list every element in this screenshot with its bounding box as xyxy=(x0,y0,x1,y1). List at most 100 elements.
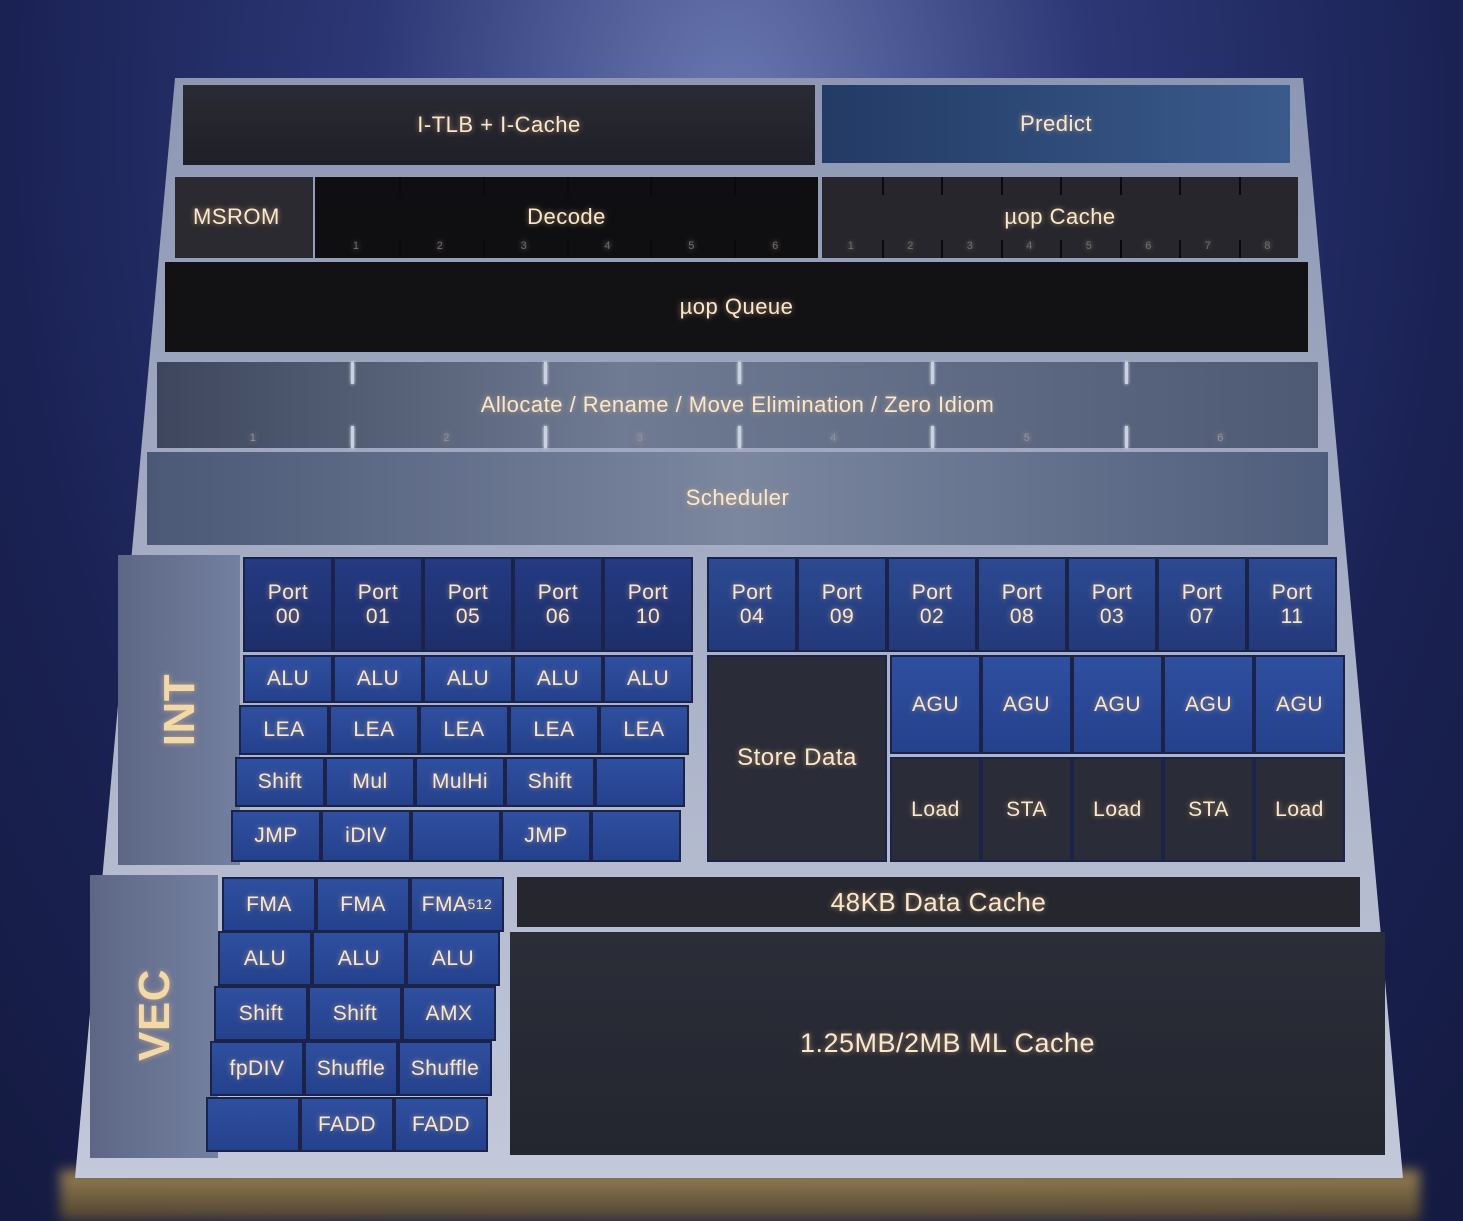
uop-cache-slot-number: 3 xyxy=(966,239,974,252)
data-cache-block: 48KB Data Cache xyxy=(517,877,1360,927)
port-number: 09 xyxy=(829,604,855,628)
decode-block: Decode 1 2 3 4 5 6 xyxy=(315,177,818,258)
decode-slot-divider xyxy=(398,177,401,195)
int-unit-alu: ALU xyxy=(243,655,333,703)
port-00: Port 00 xyxy=(243,557,333,652)
uop-cache-slot-divider xyxy=(1119,177,1122,195)
port-name: Port xyxy=(627,581,669,605)
predict-block: Predict xyxy=(822,85,1290,163)
vec-unit-empty xyxy=(206,1097,300,1152)
msrom-block: MSROM xyxy=(175,177,313,258)
allocate-slot-number: 5 xyxy=(1023,431,1031,444)
vec-unit-alu: ALU xyxy=(312,931,406,986)
int-unit-jmp: JMP xyxy=(501,810,591,862)
load-sta-unit-sta: STA xyxy=(1163,757,1254,862)
uop-cache-slot-number: 2 xyxy=(907,239,914,252)
decode-slot-divider xyxy=(650,240,653,258)
port-number: 10 xyxy=(635,604,661,628)
decode-slot-divider xyxy=(482,240,485,258)
decode-slot-number: 2 xyxy=(436,239,444,252)
agu-unit: AGU xyxy=(890,655,981,754)
allocate-slot-divider xyxy=(1124,362,1128,384)
uop-cache-slot-divider xyxy=(1238,177,1241,195)
agu-unit: AGU xyxy=(981,655,1072,754)
port-name: Port xyxy=(447,581,489,605)
allocate-label: Allocate / Rename / Move Elimination / Z… xyxy=(480,391,995,417)
uop-cache-slot-divider xyxy=(941,240,943,258)
port-number: 02 xyxy=(919,604,945,628)
agu-unit: AGU xyxy=(1072,655,1163,754)
int-unit-alu: ALU xyxy=(423,655,513,703)
itlb-icache-block: I-TLB + I-Cache xyxy=(183,85,815,165)
allocate-slot-number: 6 xyxy=(1217,431,1224,444)
port-number: 04 xyxy=(739,604,765,628)
decode-slot-number: 4 xyxy=(604,239,612,252)
vec-unit-amx: AMX xyxy=(402,986,496,1041)
uop-cache-slot-divider xyxy=(1179,177,1181,195)
vec-unit-shift: Shift xyxy=(214,986,308,1041)
vec-unit-shift: Shift xyxy=(308,986,402,1041)
allocate-slot-number: 4 xyxy=(830,431,837,444)
load-sta-unit-load: Load xyxy=(1254,757,1345,862)
port-10: Port 10 xyxy=(603,557,693,652)
decode-label: Decode xyxy=(527,204,606,230)
port-number: 06 xyxy=(545,604,571,628)
vec-unit-width: 512 xyxy=(467,895,493,912)
allocate-slot-number: 3 xyxy=(636,431,644,444)
store-data-block: Store Data xyxy=(707,655,887,862)
port-name: Port xyxy=(821,581,863,605)
int-unit-shift: Shift xyxy=(505,757,595,807)
port-number: 11 xyxy=(1280,604,1304,628)
port-name: Port xyxy=(1181,581,1223,605)
int-unit-lea: LEA xyxy=(509,705,599,755)
port-number: 07 xyxy=(1189,604,1215,628)
int-unit-mul: Mul xyxy=(325,757,415,807)
port-07: Port 07 xyxy=(1157,557,1247,652)
uop-queue-block: µop Queue xyxy=(165,262,1308,352)
decode-slot-divider xyxy=(734,240,737,258)
uop-cache-slot-number: 4 xyxy=(1026,239,1033,252)
allocate-slot-divider xyxy=(931,426,934,448)
allocate-slot-divider xyxy=(931,362,934,384)
agu-unit: AGU xyxy=(1254,655,1345,754)
allocate-slot-divider xyxy=(544,362,547,384)
int-unit-lea: LEA xyxy=(599,705,689,755)
port-08: Port 08 xyxy=(977,557,1067,652)
decode-slot-divider xyxy=(566,177,569,195)
decode-slot-divider xyxy=(398,240,401,258)
int-label: INT xyxy=(154,673,204,747)
int-unit-alu: ALU xyxy=(603,655,693,703)
port-04: Port 04 xyxy=(707,557,797,652)
int-unit-jmp: JMP xyxy=(231,810,321,862)
port-01: Port 01 xyxy=(333,557,423,652)
int-unit-alu: ALU xyxy=(513,655,603,703)
port-number: 08 xyxy=(1009,604,1035,628)
uop-cache-slot-divider xyxy=(1060,177,1062,195)
int-unit-shift: Shift xyxy=(235,757,325,807)
vec-unit-fma512: FMA 512 xyxy=(410,877,504,932)
port-number: 01 xyxy=(365,604,391,628)
decode-slot-number: 1 xyxy=(352,239,360,252)
uop-cache-slot-divider xyxy=(1238,240,1241,258)
agu-unit: AGU xyxy=(1163,655,1254,754)
vec-unit-fma: FMA xyxy=(316,877,410,932)
allocate-slot-divider xyxy=(350,426,354,448)
vec-unit-fpdiv: fpDIV xyxy=(210,1041,304,1096)
port-name: Port xyxy=(1091,581,1133,605)
port-06: Port 06 xyxy=(513,557,603,652)
port-03: Port 03 xyxy=(1067,557,1157,652)
uop-cache-slot-divider xyxy=(1179,240,1181,258)
uop-cache-slot-number: 1 xyxy=(847,239,855,252)
uop-cache-slot-divider xyxy=(1060,240,1062,258)
port-09: Port 09 xyxy=(797,557,887,652)
port-05: Port 05 xyxy=(423,557,513,652)
port-name: Port xyxy=(1001,581,1043,605)
uop-cache-slot-number: 5 xyxy=(1085,239,1093,252)
int-unit-mulhi: MulHi xyxy=(415,757,505,807)
uop-cache-slot-divider xyxy=(1000,177,1003,195)
vec-unit-alu: ALU xyxy=(406,931,500,986)
uop-cache-slot-number: 8 xyxy=(1264,239,1271,252)
uop-cache-slot-divider xyxy=(941,177,943,195)
allocate-slot-divider xyxy=(1124,426,1128,448)
port-number: 00 xyxy=(275,604,301,628)
